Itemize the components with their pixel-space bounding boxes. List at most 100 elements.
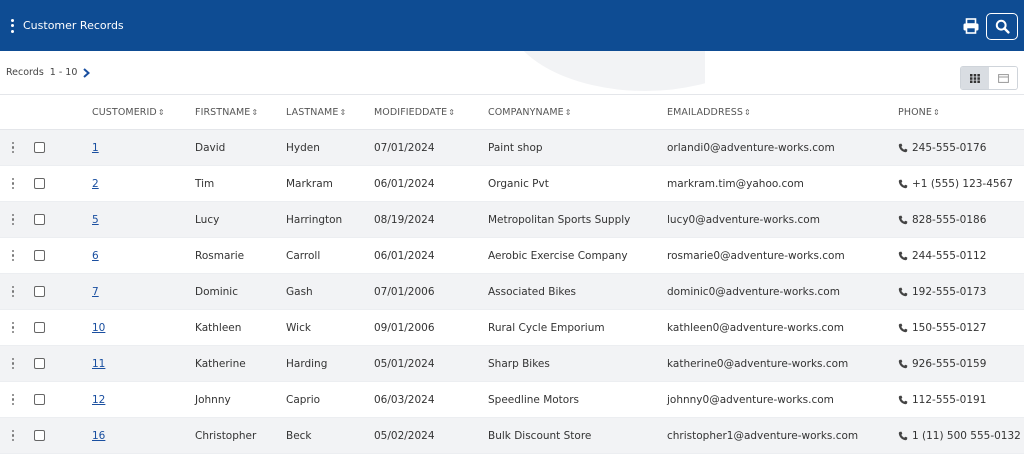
table-row[interactable]: 16 Christopher Beck 05/02/2024 Bulk Discount… (0, 417, 1024, 454)
cell-modifieddate: 08/19/2024 (374, 201, 488, 238)
phone-number: 112-555-0191 (912, 393, 987, 406)
cell-lastname: Markram (286, 165, 374, 202)
phone-icon (898, 215, 908, 224)
header-modifieddate[interactable]: MODIFIEDDATE⇕ (374, 94, 488, 130)
cell-modifieddate: 09/01/2006 (374, 309, 488, 346)
header-firstname[interactable]: FIRSTNAME⇕ (195, 94, 286, 130)
cell-firstname: Christopher (195, 417, 286, 454)
row-kebab-icon[interactable] (10, 430, 16, 441)
cell-modifieddate: 06/01/2024 (374, 237, 488, 274)
row-checkbox[interactable] (34, 394, 45, 405)
sort-icon: ⇕ (932, 107, 940, 117)
row-select-cell (34, 165, 92, 202)
row-checkbox[interactable] (34, 178, 45, 189)
cell-customerid: 16 (92, 417, 195, 454)
customer-id-link[interactable]: 11 (92, 358, 105, 370)
row-kebab-icon[interactable] (10, 178, 16, 189)
table-row[interactable]: 12 Johnny Caprio 06/03/2024 Speedline Motors… (0, 381, 1024, 418)
phone-icon (898, 179, 908, 188)
row-select-cell (34, 345, 92, 382)
table-row[interactable]: 1 David Hyden 07/01/2024 Paint shop orlandi0@… (0, 129, 1024, 166)
row-kebab-icon[interactable] (10, 322, 16, 333)
row-checkbox[interactable] (34, 250, 45, 261)
table-row[interactable]: 7 Dominic Gash 07/01/2006 Associated Bikes do… (0, 273, 1024, 310)
row-actions-cell (0, 165, 34, 202)
row-checkbox[interactable] (34, 286, 45, 297)
row-actions-cell (0, 417, 34, 454)
cell-emailaddress: kathleen0@adventure-works.com (667, 309, 898, 346)
header-companyname[interactable]: COMPANYNAME⇕ (488, 94, 667, 130)
phone-number: 926-555-0159 (912, 357, 987, 370)
row-checkbox[interactable] (34, 358, 45, 369)
pager: Records 1 - 10 (6, 67, 91, 78)
menu-kebab-icon[interactable] (9, 18, 15, 33)
print-button[interactable] (962, 17, 980, 35)
customer-id-link[interactable]: 7 (92, 286, 99, 298)
row-actions-cell (0, 309, 34, 346)
search-button[interactable] (986, 13, 1018, 40)
row-select-cell (34, 201, 92, 238)
cell-firstname: Dominic (195, 273, 286, 310)
row-kebab-icon[interactable] (10, 142, 16, 153)
header-actions (0, 94, 34, 130)
grid-view-button[interactable] (961, 67, 989, 89)
print-icon (963, 18, 979, 34)
cell-companyname: Speedline Motors (488, 381, 667, 418)
row-select-cell (34, 237, 92, 274)
row-checkbox[interactable] (34, 214, 45, 225)
cell-customerid: 2 (92, 165, 195, 202)
cell-modifieddate: 05/01/2024 (374, 345, 488, 382)
customer-id-link[interactable]: 10 (92, 322, 105, 334)
row-kebab-icon[interactable] (10, 394, 16, 405)
row-checkbox[interactable] (34, 322, 45, 333)
customer-id-link[interactable]: 6 (92, 250, 99, 262)
row-actions-cell (0, 201, 34, 238)
records-range: 1 - 10 (49, 67, 78, 78)
cell-customerid: 7 (92, 273, 195, 310)
card-view-button[interactable] (989, 67, 1017, 89)
table-row[interactable]: 5 Lucy Harrington 08/19/2024 Metropolitan Sp… (0, 201, 1024, 238)
row-kebab-icon[interactable] (10, 250, 16, 261)
header-customerid[interactable]: CUSTOMERID⇕ (92, 94, 195, 130)
cell-firstname: Rosmarie (195, 237, 286, 274)
row-kebab-icon[interactable] (10, 358, 16, 369)
cell-modifieddate: 06/03/2024 (374, 381, 488, 418)
cell-companyname: Aerobic Exercise Company (488, 237, 667, 274)
row-checkbox[interactable] (34, 430, 45, 441)
cell-phone: +1 (555) 123-4567 (898, 165, 1024, 202)
cell-firstname: David (195, 129, 286, 166)
customer-id-link[interactable]: 2 (92, 178, 99, 190)
sort-icon: ⇕ (251, 107, 259, 117)
header-phone[interactable]: PHONE⇕ (898, 94, 1024, 130)
cell-firstname: Katherine (195, 345, 286, 382)
cell-modifieddate: 06/01/2024 (374, 165, 488, 202)
sort-icon: ⇕ (157, 107, 165, 117)
cell-phone: 1 (11) 500 555-0132 (898, 417, 1024, 454)
cell-customerid: 11 (92, 345, 195, 382)
cell-emailaddress: markram.tim@yahoo.com (667, 165, 898, 202)
header-lastname[interactable]: LASTNAME⇕ (286, 94, 374, 130)
customer-id-link[interactable]: 16 (92, 430, 105, 442)
table-row[interactable]: 10 Kathleen Wick 09/01/2006 Rural Cycle Empo… (0, 309, 1024, 346)
cell-phone: 112-555-0191 (898, 381, 1024, 418)
cell-modifieddate: 05/02/2024 (374, 417, 488, 454)
table-row[interactable]: 6 Rosmarie Carroll 06/01/2024 Aerobic Exerci… (0, 237, 1024, 274)
table-row[interactable]: 11 Katherine Harding 05/01/2024 Sharp Bikes k… (0, 345, 1024, 382)
customer-id-link[interactable]: 5 (92, 214, 99, 226)
cell-customerid: 10 (92, 309, 195, 346)
table-row[interactable]: 2 Tim Markram 06/01/2024 Organic Pvt markram.… (0, 165, 1024, 202)
row-kebab-icon[interactable] (10, 214, 16, 225)
chevron-right-icon[interactable] (82, 67, 91, 78)
card-view-icon (997, 73, 1009, 83)
header-emailaddress[interactable]: EMAILADDRESS⇕ (667, 94, 898, 130)
customer-id-link[interactable]: 1 (92, 142, 99, 154)
row-kebab-icon[interactable] (10, 286, 16, 297)
row-actions-cell (0, 273, 34, 310)
cell-phone: 192-555-0173 (898, 273, 1024, 310)
phone-number: 150-555-0127 (912, 321, 987, 334)
customer-id-link[interactable]: 12 (92, 394, 105, 406)
decorative-background-shape (505, 51, 705, 93)
search-icon (995, 19, 1010, 34)
cell-emailaddress: katherine0@adventure-works.com (667, 345, 898, 382)
row-checkbox[interactable] (34, 142, 45, 153)
